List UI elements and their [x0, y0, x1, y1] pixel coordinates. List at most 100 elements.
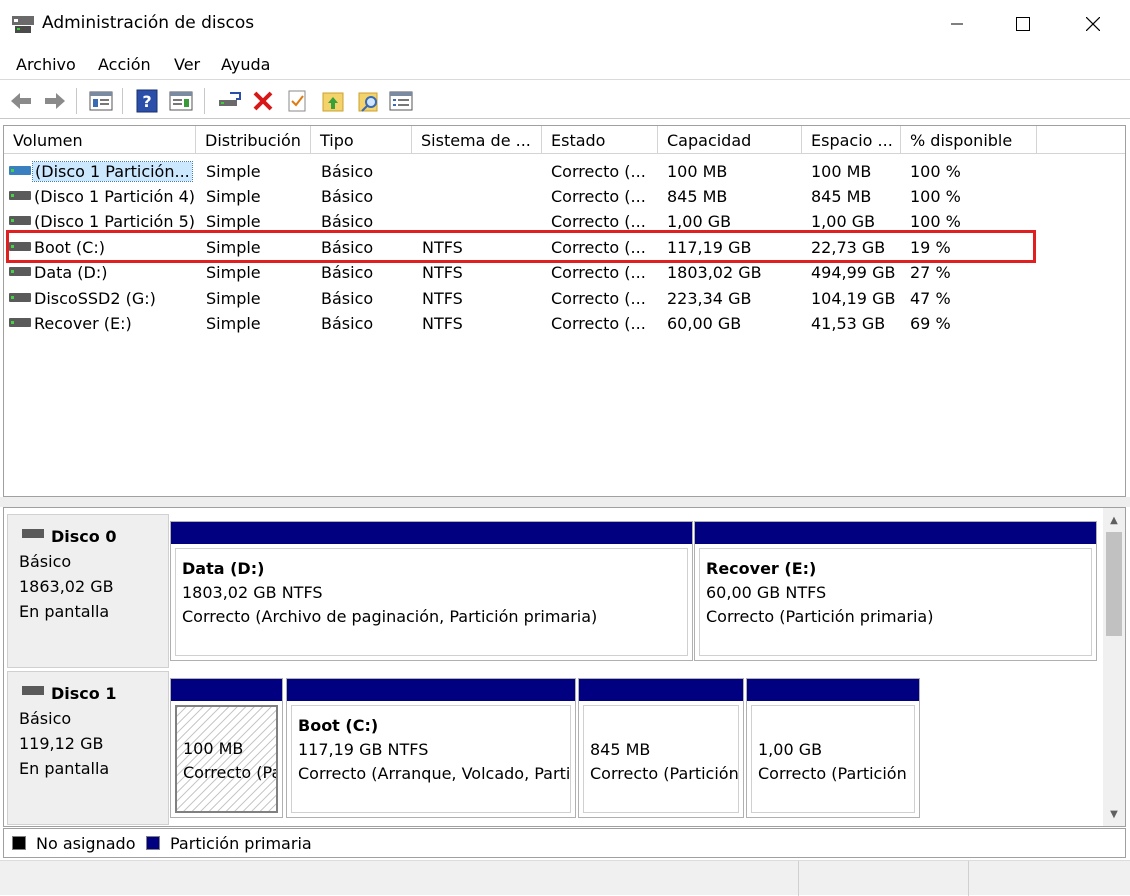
- column-header-estado[interactable]: Estado: [542, 126, 658, 154]
- forward-icon[interactable]: [42, 88, 68, 114]
- partition-color-bar: [287, 679, 575, 701]
- volume-layout: Simple: [206, 263, 261, 282]
- partition-recover-e[interactable]: Recover (E:) 60,00 GB NTFS Correcto (Par…: [694, 521, 1097, 661]
- partition-data-d[interactable]: Data (D:) 1803,02 GB NTFS Correcto (Arch…: [170, 521, 693, 661]
- scrollbar-thumb[interactable]: [1106, 532, 1122, 636]
- disk-state: En pantalla: [19, 759, 110, 778]
- volume-free: 100 MB: [811, 162, 872, 181]
- partition-size: 1,00 GB: [758, 740, 823, 759]
- toolbar: ?: [0, 82, 1130, 119]
- partition-name: Data (D:): [182, 559, 265, 578]
- column-header-distribucion[interactable]: Distribución: [196, 126, 311, 154]
- table-row[interactable]: DiscoSSD2 (G:) Simple Básico NTFS Correc…: [4, 286, 1125, 311]
- legend-label-primary: Partición primaria: [170, 834, 312, 853]
- volume-icon: [9, 166, 31, 175]
- minimize-button[interactable]: [922, 0, 992, 48]
- settings-list-icon[interactable]: [388, 88, 414, 114]
- column-header-sistema[interactable]: Sistema de ...: [412, 126, 542, 154]
- volume-list[interactable]: Volumen Distribución Tipo Sistema de ...…: [3, 125, 1126, 497]
- partition-5[interactable]: 1,00 GB Correcto (Partición: [746, 678, 920, 818]
- volume-pct: 100 %: [910, 162, 961, 181]
- volume-fs: NTFS: [422, 314, 463, 333]
- column-header-capacidad[interactable]: Capacidad: [658, 126, 802, 154]
- column-header-empty: [1037, 126, 1125, 154]
- volume-status: Correcto (...: [551, 212, 646, 231]
- volume-layout: Simple: [206, 314, 261, 333]
- highlight-annotation: [6, 230, 1036, 263]
- partition-efi[interactable]: 100 MB Correcto (Pa: [170, 678, 283, 818]
- scroll-up-icon[interactable]: ▲: [1103, 510, 1125, 530]
- legend-swatch-unallocated: [12, 836, 26, 850]
- volume-free: 845 MB: [811, 187, 872, 206]
- disk-size: 119,12 GB: [19, 734, 104, 753]
- disk-state: En pantalla: [19, 602, 110, 621]
- delete-icon[interactable]: [250, 88, 276, 114]
- column-header-tipo[interactable]: Tipo: [311, 126, 412, 154]
- disk-name: Disco 1: [51, 684, 117, 703]
- column-header-disponible[interactable]: % disponible: [901, 126, 1037, 154]
- table-row[interactable]: Data (D:) Simple Básico NTFS Correcto (.…: [4, 260, 1125, 285]
- partition-color-bar: [695, 522, 1096, 544]
- table-row[interactable]: Recover (E:) Simple Básico NTFS Correcto…: [4, 311, 1125, 336]
- volume-capacity: 100 MB: [667, 162, 728, 181]
- volume-status: Correcto (...: [551, 289, 646, 308]
- menu-archivo[interactable]: Archivo: [16, 55, 76, 74]
- volume-name: Data (D:): [34, 263, 108, 282]
- back-icon[interactable]: [8, 88, 34, 114]
- window-title: Administración de discos: [42, 13, 255, 33]
- status-segment: [968, 861, 1130, 896]
- volume-status: Correcto (...: [551, 314, 646, 333]
- volume-capacity: 60,00 GB: [667, 314, 742, 333]
- volume-free: 104,19 GB: [811, 289, 896, 308]
- volume-layout: Simple: [206, 212, 261, 231]
- volume-name: Recover (E:): [34, 314, 132, 333]
- connect-drive-icon[interactable]: [216, 88, 242, 114]
- column-header-espacio[interactable]: Espacio ...: [802, 126, 901, 154]
- toolbar-separator: [122, 88, 123, 114]
- menu-accion[interactable]: Acción: [98, 55, 151, 74]
- volume-type: Básico: [321, 162, 374, 181]
- volume-status: Correcto (...: [551, 162, 646, 181]
- partition-size: 117,19 GB NTFS: [298, 740, 429, 759]
- status-bar: [0, 860, 1130, 896]
- show-hide-console-tree-icon[interactable]: [88, 88, 114, 114]
- partition-status: Correcto (Arranque, Volcado, Parti: [298, 764, 571, 783]
- volume-pct: 100 %: [910, 212, 961, 231]
- maximize-button[interactable]: [988, 0, 1058, 48]
- table-row[interactable]: (Disco 1 Partición... Simple Básico Corr…: [4, 159, 1125, 184]
- pane-splitter[interactable]: [0, 497, 1130, 507]
- volume-capacity: 1803,02 GB: [667, 263, 762, 282]
- show-hide-action-pane-icon[interactable]: [168, 88, 194, 114]
- partition-body: Data (D:) 1803,02 GB NTFS Correcto (Arch…: [175, 548, 688, 656]
- help-icon[interactable]: ?: [134, 88, 160, 114]
- volume-layout: Simple: [206, 162, 261, 181]
- volume-pct: 47 %: [910, 289, 951, 308]
- search-folder-icon[interactable]: [356, 88, 382, 114]
- upload-folder-icon[interactable]: [320, 88, 346, 114]
- menu-ayuda[interactable]: Ayuda: [221, 55, 270, 74]
- volume-type: Básico: [321, 289, 374, 308]
- vertical-scrollbar[interactable]: ▲ ▼: [1103, 508, 1125, 826]
- partition-boot-c[interactable]: Boot (C:) 117,19 GB NTFS Correcto (Arran…: [286, 678, 576, 818]
- scroll-down-icon[interactable]: ▼: [1103, 804, 1125, 824]
- menu-ver[interactable]: Ver: [174, 55, 200, 74]
- disk-map: Disco 0 Básico 1863,02 GB En pantalla Da…: [3, 507, 1126, 827]
- properties-check-icon[interactable]: [284, 88, 310, 114]
- column-header-volumen[interactable]: Volumen: [4, 126, 196, 154]
- partition-4[interactable]: 845 MB Correcto (Partición: [578, 678, 744, 818]
- close-button[interactable]: [1058, 0, 1128, 48]
- table-row[interactable]: (Disco 1 Partición 4) Simple Básico Corr…: [4, 184, 1125, 209]
- partition-body: Recover (E:) 60,00 GB NTFS Correcto (Par…: [699, 548, 1092, 656]
- status-segment: [798, 861, 968, 896]
- volume-pct: 100 %: [910, 187, 961, 206]
- toolbar-separator: [204, 88, 205, 114]
- volume-name: (Disco 1 Partición...: [32, 161, 193, 182]
- disk-0-label[interactable]: Disco 0 Básico 1863,02 GB En pantalla: [7, 514, 169, 668]
- volume-icon: [9, 267, 31, 276]
- partition-body: 1,00 GB Correcto (Partición: [751, 705, 915, 813]
- disk-1-label[interactable]: Disco 1 Básico 119,12 GB En pantalla: [7, 671, 169, 825]
- partition-name: Boot (C:): [298, 716, 379, 735]
- volume-name: (Disco 1 Partición 5): [34, 212, 195, 231]
- legend: No asignado Partición primaria: [3, 828, 1126, 858]
- partition-status: Correcto (Partición: [758, 764, 907, 783]
